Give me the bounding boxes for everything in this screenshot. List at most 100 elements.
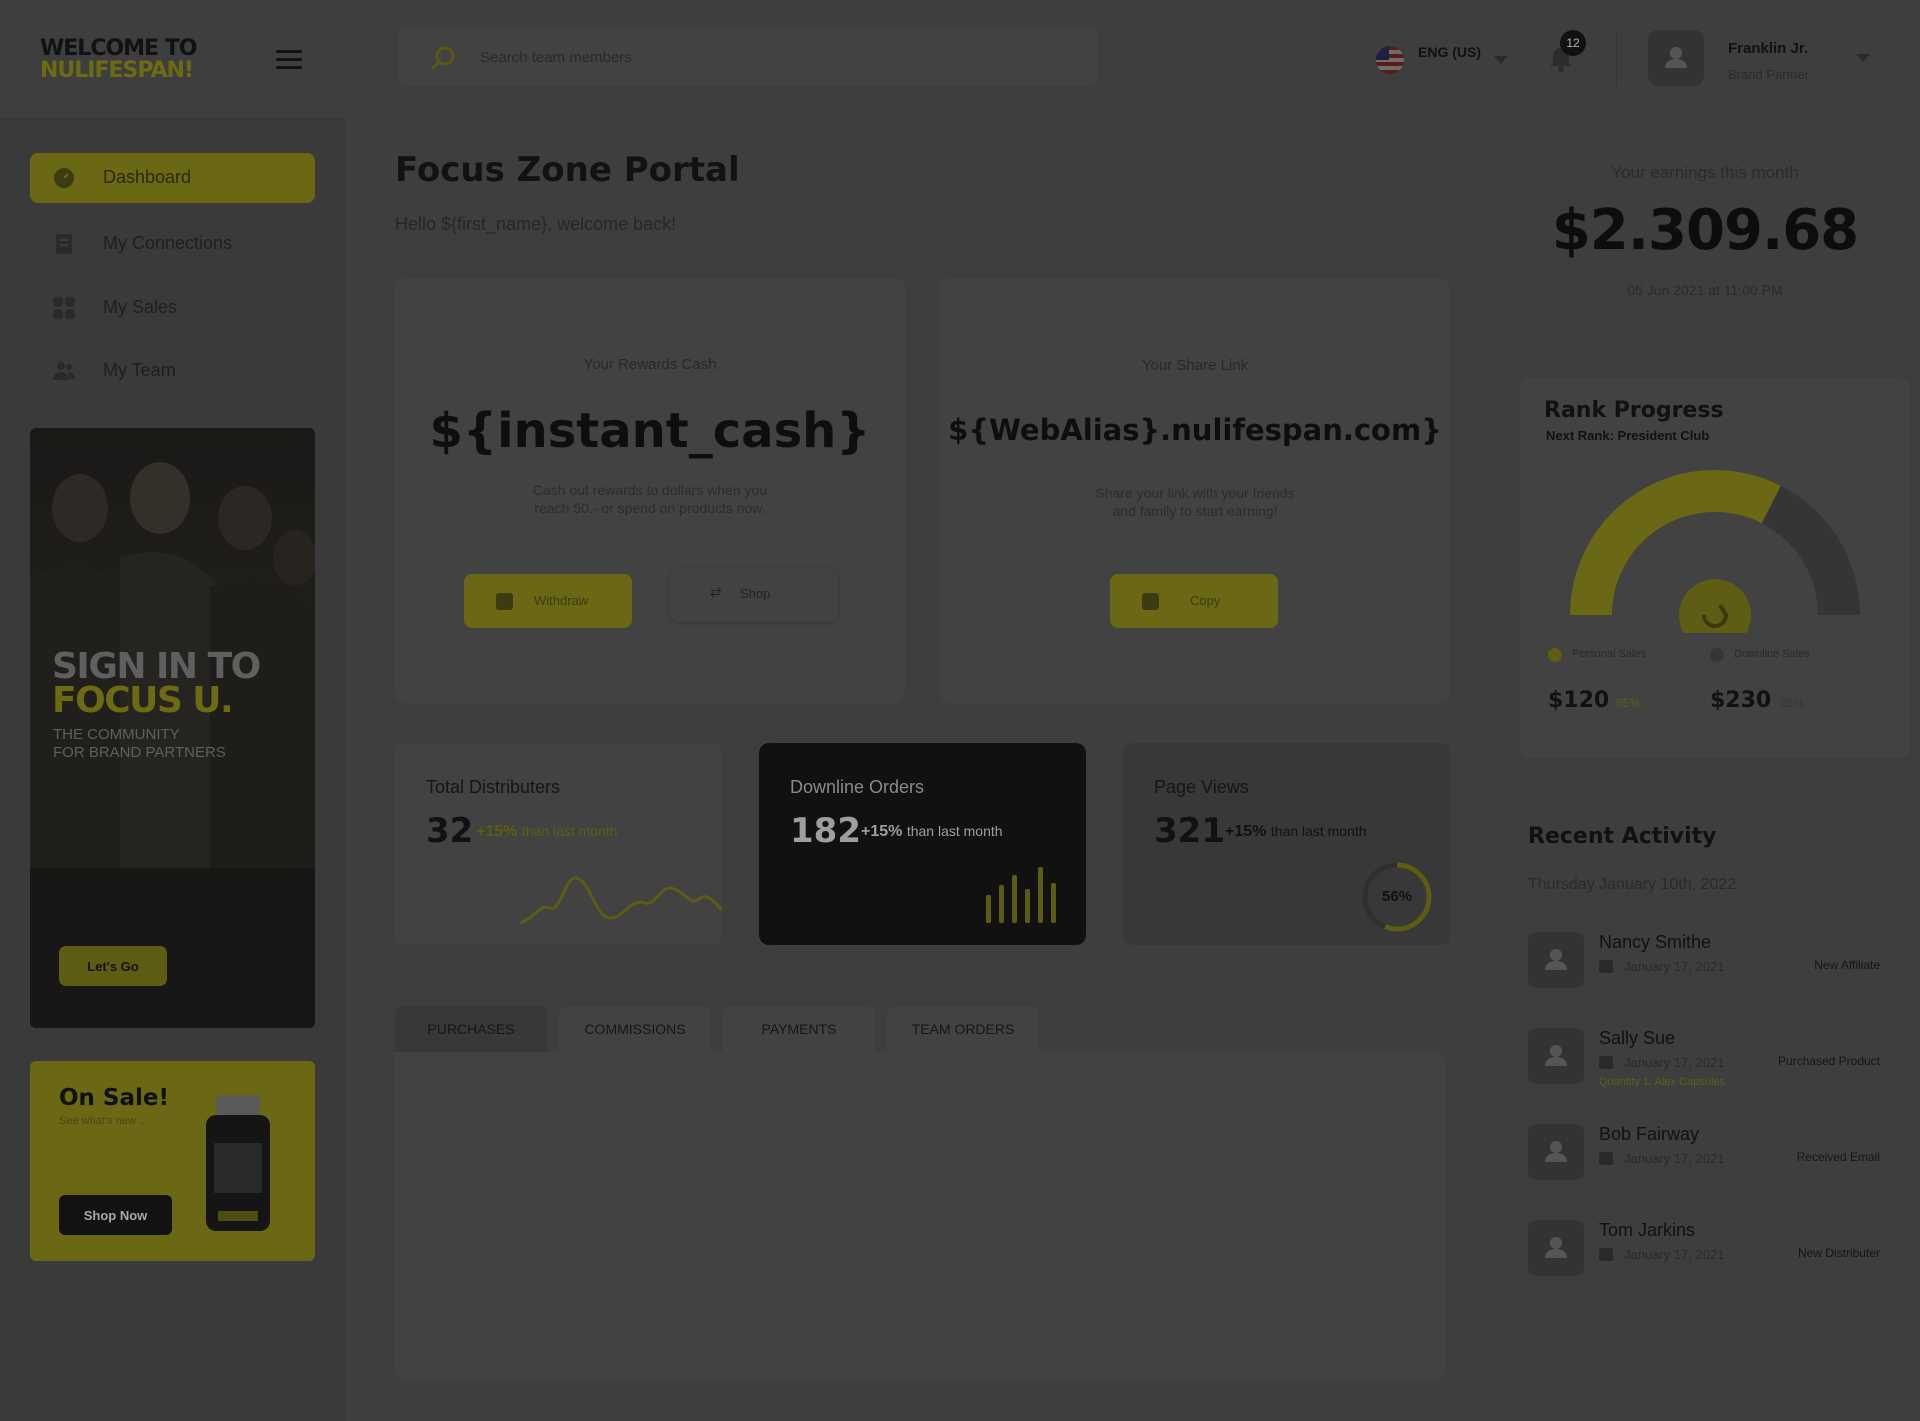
stat-title: Downline Orders: [790, 777, 925, 797]
calendar-icon: [1599, 1056, 1613, 1069]
rewards-label: Your Rewards Cash: [583, 356, 717, 373]
rewards-desc-line2: reach 50.- or spend on products now.: [534, 500, 766, 516]
downline-bar-chart: [986, 867, 1056, 923]
supplement-bottle-image: [206, 1095, 270, 1231]
copy-icon: [1142, 593, 1159, 610]
earnings-label: Your earnings this month: [1611, 163, 1799, 182]
focus-u-promo-banner[interactable]: SIGN IN TO FOCUS U. THE COMMUNITY FOR BR…: [30, 428, 315, 1028]
team-icon: [53, 362, 75, 380]
stat-change-text: than last month: [521, 823, 618, 839]
activity-avatar: [1528, 1124, 1584, 1180]
activity-type: Received Email: [1796, 1150, 1880, 1164]
hamburger-menu-icon[interactable]: [276, 50, 302, 70]
sidebar: Dashboard My Connections My Sales My Tea…: [0, 118, 345, 1421]
rewards-cash-card: Your Rewards Cash ${instant_cash} Cash o…: [395, 278, 905, 703]
main-content: Focus Zone Portal Hello ${first_name}, w…: [345, 118, 1490, 1421]
stat-value: 32: [426, 811, 474, 851]
search-icon[interactable]: [430, 45, 456, 71]
withdraw-label: Withdraw: [534, 593, 589, 608]
withdraw-button[interactable]: Withdraw: [464, 574, 632, 628]
activity-item[interactable]: Sally Sue January 17, 2021 Purchased Pro…: [1528, 1028, 1880, 1108]
sidebar-item-my-team[interactable]: My Team: [30, 346, 315, 396]
us-flag-icon: [1376, 46, 1404, 74]
activity-type: New Affiliate: [1814, 958, 1880, 972]
promo-title-line2: FOCUS U.: [52, 680, 234, 721]
wallet-icon: [496, 593, 513, 610]
tab-payments[interactable]: PAYMENTS: [723, 1006, 875, 1052]
legend-dot-personal: [1548, 648, 1562, 662]
page-title: Focus Zone Portal: [395, 150, 740, 190]
stat-title: Page Views: [1154, 777, 1249, 797]
document-icon: [56, 234, 72, 254]
copy-button[interactable]: Copy: [1110, 574, 1278, 628]
tab-content-panel: [395, 1052, 1445, 1380]
logo[interactable]: WELCOME TO NULIFESPAN!: [40, 36, 197, 82]
activity-name: Sally Sue: [1599, 1028, 1676, 1048]
on-sale-card[interactable]: On Sale! See what's new ... Shop Now: [30, 1061, 315, 1261]
activity-name: Tom Jarkins: [1599, 1220, 1696, 1240]
share-desc-line1: Share your link with your friends: [1095, 485, 1295, 501]
stat-title: Total Distributers: [426, 777, 561, 797]
activity-date: January 17, 2021: [1624, 959, 1725, 974]
stat-value: 321: [1154, 811, 1225, 851]
user-icon: [1545, 949, 1567, 970]
downline-sales-amount: $230: [1710, 688, 1772, 713]
search-input[interactable]: [480, 46, 1040, 68]
stat-change-percent: +15%: [1225, 823, 1267, 840]
stat-value: 182: [790, 811, 861, 851]
sidebar-item-label: Dashboard: [103, 167, 192, 187]
tab-commissions[interactable]: COMMISSIONS: [559, 1006, 711, 1052]
sale-title: On Sale!: [59, 1085, 169, 1111]
page-views-progress-label: 56%: [1381, 888, 1413, 905]
search-bar: [398, 28, 1098, 86]
stat-card-total-distributers: Total Distributers 32 +15% than last mon…: [395, 743, 722, 945]
sidebar-item-my-sales[interactable]: My Sales: [30, 283, 315, 333]
legend-dot-downline: [1710, 648, 1724, 662]
personal-sales-amount: $120: [1548, 688, 1610, 713]
activity-avatar: [1528, 1220, 1584, 1276]
rewards-value: ${instant_cash}: [429, 403, 871, 459]
chevron-down-icon: [1494, 56, 1508, 64]
share-link-value[interactable]: ${WebAlias}.nulifespan.com}: [940, 413, 1450, 447]
user-menu-chevron-icon[interactable]: [1856, 54, 1870, 62]
lets-go-button[interactable]: Let's Go: [59, 946, 167, 986]
promo-subtitle-line2: FOR BRAND PARTNERS: [53, 744, 226, 761]
activity-item[interactable]: Tom Jarkins January 17, 2021 New Distrib…: [1528, 1220, 1880, 1300]
activity-detail: Quantity 1: Alex Capsules: [1599, 1076, 1725, 1088]
user-role: Brand Partner: [1728, 67, 1809, 82]
activity-date: January 17, 2021: [1624, 1247, 1725, 1262]
activity-name: Nancy Smithe: [1599, 932, 1712, 952]
top-header: WELCOME TO NULIFESPAN! ENG (US) 12: [0, 0, 1920, 118]
stat-change: +15% than last month: [1225, 823, 1367, 841]
user-avatar[interactable]: [1648, 30, 1704, 86]
dashboard-icon: [54, 168, 74, 188]
share-label: Your Share Link: [1141, 357, 1249, 374]
tab-team-orders[interactable]: TEAM ORDERS: [887, 1006, 1039, 1052]
shop-button[interactable]: ⇄ Shop: [670, 568, 838, 622]
rewards-desc-line1: Cash out rewards to dollars when you: [532, 482, 768, 498]
user-name[interactable]: Franklin Jr.: [1728, 40, 1808, 57]
calendar-icon: [1599, 960, 1613, 973]
activity-date: January 17, 2021: [1624, 1055, 1725, 1070]
calendar-icon: [1599, 1152, 1613, 1165]
activity-item[interactable]: Nancy Smithe January 17, 2021 New Affili…: [1528, 932, 1880, 1012]
earnings-value: $2.309.68: [1551, 198, 1859, 263]
sidebar-item-dashboard[interactable]: Dashboard: [30, 153, 315, 203]
activity-item[interactable]: Bob Fairway January 17, 2021 Received Em…: [1528, 1124, 1880, 1204]
notification-badge: 12: [1560, 30, 1586, 56]
right-panel: Your earnings this month $2.309.68 05 Ju…: [1490, 118, 1920, 1421]
user-icon: [1665, 47, 1687, 68]
tab-purchases[interactable]: PURCHASES: [395, 1006, 547, 1052]
distributers-sparkline: [520, 876, 722, 925]
copy-label: Copy: [1190, 593, 1221, 608]
activity-avatar: [1528, 1028, 1584, 1084]
logo-line1: WELCOME TO: [40, 36, 197, 61]
sidebar-item-my-connections[interactable]: My Connections: [30, 219, 315, 269]
shop-now-button[interactable]: Shop Now: [59, 1195, 172, 1235]
promo-subtitle-line1: THE COMMUNITY: [53, 726, 180, 743]
activity-date: January 17, 2021: [1624, 1151, 1725, 1166]
share-link-card: Your Share Link ${WebAlias}.nulifespan.c…: [940, 278, 1450, 703]
user-icon: [1545, 1045, 1567, 1066]
stat-change: +15% than last month: [476, 823, 618, 841]
grid-icon: [53, 297, 75, 319]
